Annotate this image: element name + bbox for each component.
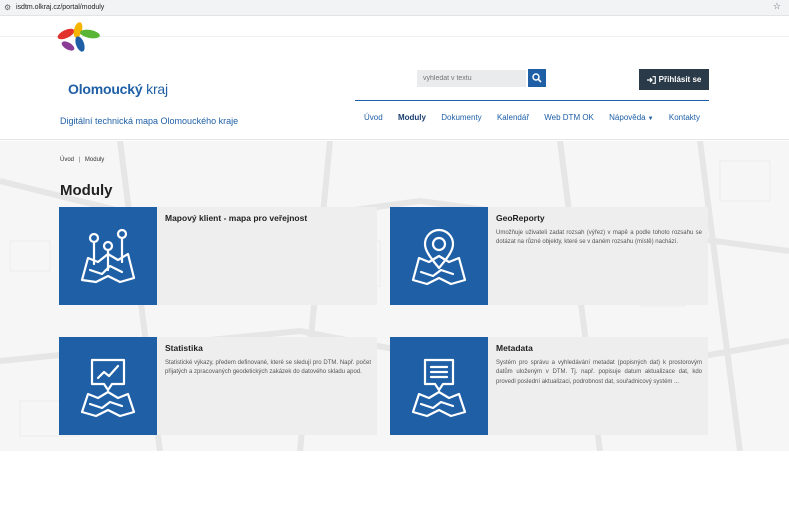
nav-item-dokumenty[interactable]: Dokumenty <box>441 113 481 122</box>
breadcrumb-current: Moduly <box>84 157 105 163</box>
url-text[interactable]: isdtm.olkraj.cz/portal/moduly <box>16 3 104 13</box>
module-card-statistika[interactable]: Statistika Statistické výkazy, předem de… <box>59 337 377 435</box>
nav-item-kalendar[interactable]: Kalendář <box>497 113 529 122</box>
site-settings-icon[interactable]: ⚙ <box>4 3 11 13</box>
login-label: Přihlásit se <box>658 75 702 84</box>
main-nav: Úvod Moduly Dokumenty Kalendář Web DTM O… <box>355 113 709 122</box>
module-card-metadata[interactable]: Metadata Systém pro správu a vyhledávání… <box>390 337 708 435</box>
page-title: Moduly <box>60 182 113 199</box>
browser-address-bar: ⚙ isdtm.olkraj.cz/portal/moduly ☆ <box>0 0 789 16</box>
card-title[interactable]: Metadata <box>496 343 533 353</box>
logo-name: Olomoucký <box>68 81 143 97</box>
map-pins-icon <box>59 207 157 305</box>
map-document-icon <box>390 337 488 435</box>
breadcrumb: Úvod | Moduly <box>60 157 104 163</box>
search-input[interactable] <box>417 70 526 87</box>
nav-item-kontakty[interactable]: Kontakty <box>669 113 700 122</box>
card-description: Umožňuje uživateli zadat rozsah (výřez) … <box>496 230 702 246</box>
search-button[interactable] <box>528 69 546 87</box>
page-footer-space <box>0 451 789 526</box>
nav-item-uvod[interactable]: Úvod <box>364 113 383 122</box>
logo-wordmark[interactable]: Olomoucký kraj <box>68 81 168 97</box>
card-title[interactable]: Mapový klient - mapa pro veřejnost <box>165 213 307 223</box>
nav-item-moduly[interactable]: Moduly <box>398 113 426 122</box>
search-icon <box>532 73 542 83</box>
card-description: Systém pro správu a vyhledávání metadat … <box>496 360 702 385</box>
map-chart-icon <box>59 337 157 435</box>
map-location-icon <box>390 207 488 305</box>
module-card-georeporty[interactable]: GeoReporty Umožňuje uživateli zadat rozs… <box>390 207 708 305</box>
star-icon[interactable]: ☆ <box>773 2 781 13</box>
card-description: Statistické výkazy, předem definované, k… <box>165 360 371 376</box>
login-button[interactable]: Přihlásit se <box>639 69 709 90</box>
card-title[interactable]: GeoReporty <box>496 213 545 223</box>
sign-in-icon <box>646 75 656 84</box>
logo-suffix: kraj <box>146 81 168 97</box>
chevron-down-icon: ▼ <box>647 116 654 122</box>
nav-item-napoveda-label: Nápověda <box>609 113 646 122</box>
card-title[interactable]: Statistika <box>165 343 203 353</box>
nav-divider <box>355 100 709 101</box>
nav-item-napoveda[interactable]: Nápověda ▼ <box>609 113 653 122</box>
logo-flower-icon[interactable] <box>56 22 186 62</box>
site-subtitle: Digitální technická mapa Olomouckého kra… <box>60 116 239 126</box>
module-card-mapovy-klient[interactable]: Mapový klient - mapa pro veřejnost <box>59 207 377 305</box>
nav-item-web-dtm[interactable]: Web DTM OK <box>544 113 594 122</box>
breadcrumb-separator: | <box>78 157 81 163</box>
breadcrumb-home[interactable]: Úvod <box>60 157 74 163</box>
